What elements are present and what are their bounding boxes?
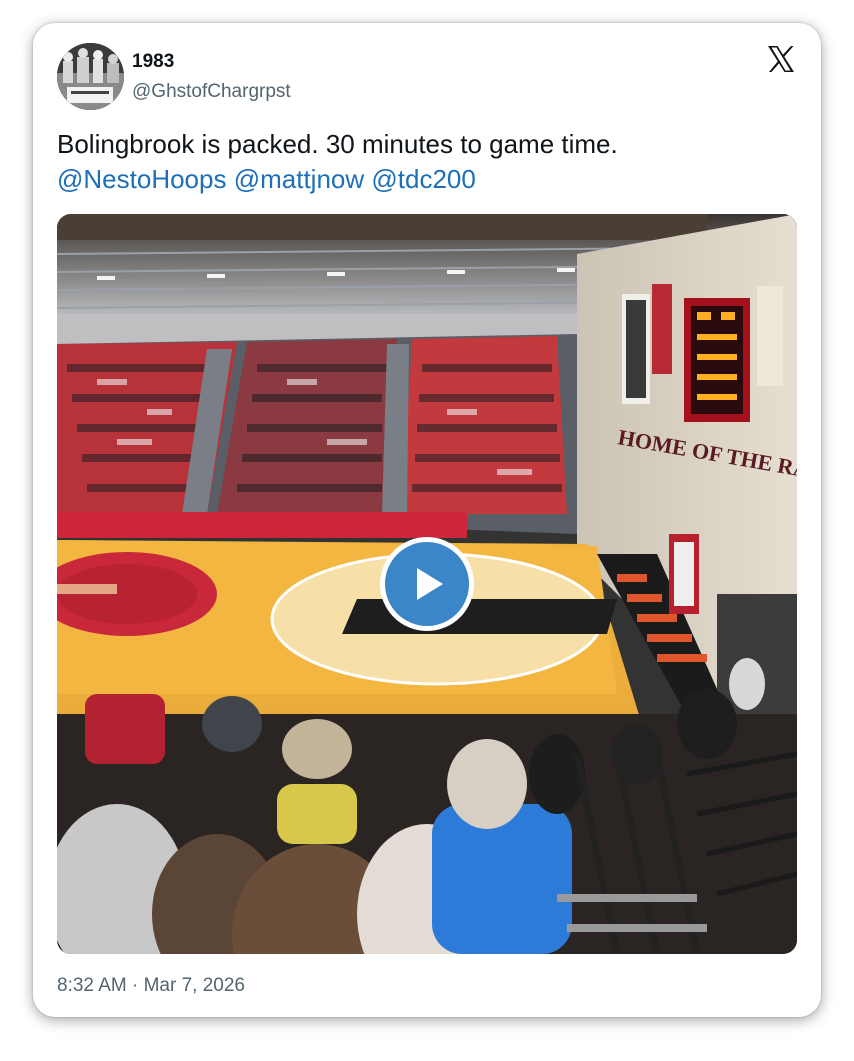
mentions-line: @NestoHoops @mattjnow @tdc200 [57,162,797,197]
user-handle[interactable]: @GhstofChargrpst [132,81,291,103]
play-icon [385,542,469,626]
play-button[interactable] [380,537,474,631]
avatar[interactable] [57,43,124,110]
mention-link[interactable]: @NestoHoops [57,164,226,194]
x-logo-icon[interactable] [765,43,797,75]
tweet-card: 1983 @GhstofChargrpst Bolingbrook is pac… [33,23,821,1017]
tweet-text: Bolingbrook is packed. 30 minutes to gam… [57,127,797,197]
video-thumbnail[interactable]: HOME OF THE RAIDERS [57,214,797,954]
tweet-timestamp[interactable]: 8:32 AM · Mar 7, 2026 [57,975,245,997]
mention-link[interactable]: @mattjnow [234,164,364,194]
tweet-body: Bolingbrook is packed. 30 minutes to gam… [57,129,618,159]
mention-link[interactable]: @tdc200 [371,164,475,194]
display-name[interactable]: 1983 [132,51,174,73]
